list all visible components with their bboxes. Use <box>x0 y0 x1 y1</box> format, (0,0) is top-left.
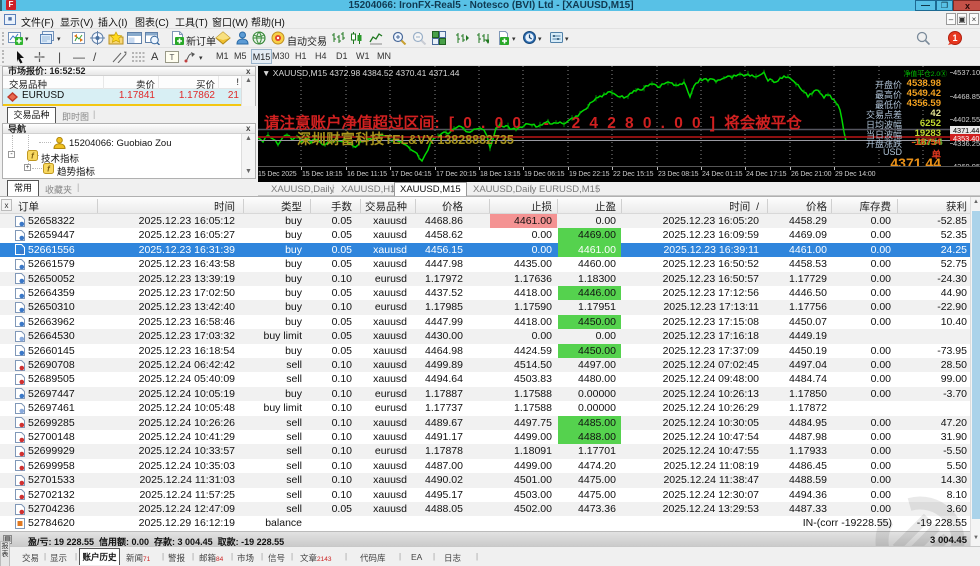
svg-text:1: 1 <box>952 33 957 43</box>
svg-text:T: T <box>170 53 175 62</box>
